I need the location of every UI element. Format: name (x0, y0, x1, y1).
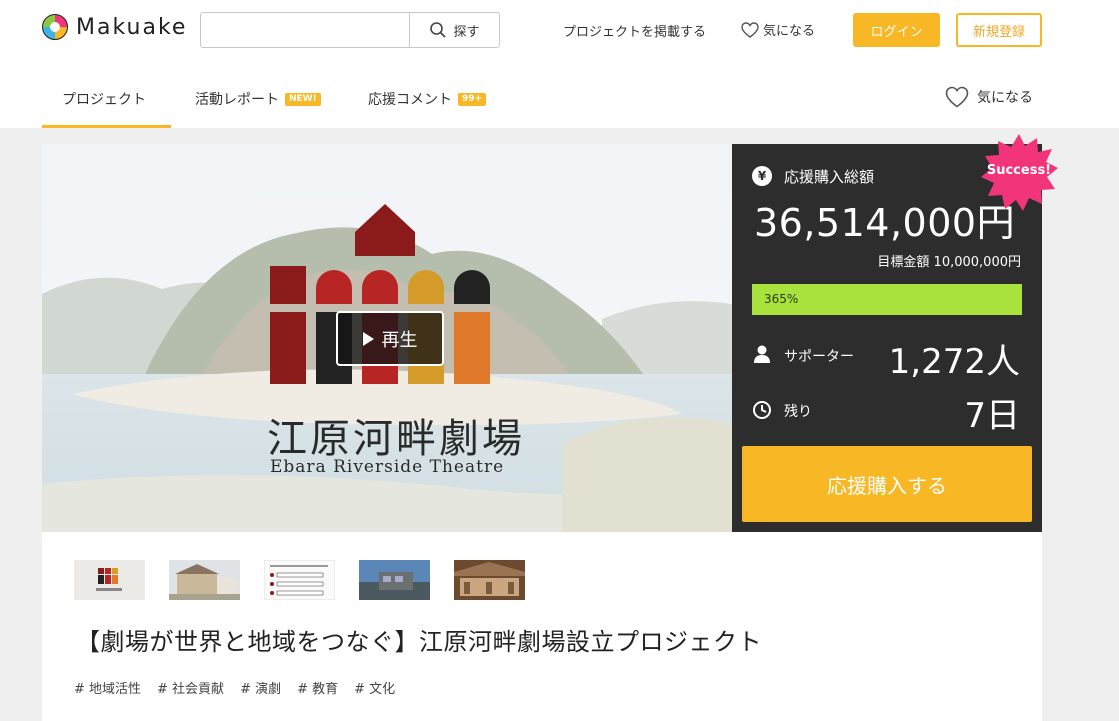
play-button-label: 再生 (381, 329, 418, 351)
search-icon (430, 22, 447, 38)
tag-link[interactable]: # 教育 (297, 678, 338, 697)
total-label: 応援購入総額 (784, 168, 875, 186)
comment-count-badge: 99+ (458, 92, 487, 106)
tag-link[interactable]: # 地域活性 (74, 678, 141, 697)
thumbnail-3[interactable] (264, 560, 335, 600)
search-button[interactable]: 探す (409, 13, 499, 47)
tag-link[interactable]: # 文化 (354, 678, 395, 697)
supporters-value: 1,272人 (888, 342, 1020, 382)
post-project-link[interactable]: プロジェクトを掲載する (563, 21, 706, 40)
project-tabbar: プロジェクト 活動レポート NEW! 応援コメント 99+ 気になる (0, 64, 1119, 128)
project-tags: # 地域活性 # 社会貢献 # 演劇 # 教育 # 文化 (74, 678, 395, 697)
header-watch-label: 気になる (763, 24, 816, 39)
top-header: Makuake 探す プロジェクトを掲載する 気になる ログイン 新規登録 (0, 0, 1119, 64)
project-content: 【劇場が世界と地域をつなぐ】江原河畔劇場設立プロジェクト # 地域活性 # 社会… (42, 532, 1042, 721)
progress-percent: 365% (764, 292, 799, 306)
theatre-name-en: Ebara Riverside Theatre (270, 457, 505, 477)
tab-activity-report[interactable]: 活動レポート NEW! (195, 89, 321, 109)
funding-progress-bar: 365% (752, 284, 1022, 315)
clock-icon (753, 401, 771, 419)
tab-activity-report-label: 活動レポート (195, 92, 279, 108)
makuake-logo[interactable]: Makuake (42, 14, 187, 40)
header-watch-link[interactable]: 気になる (741, 20, 815, 39)
goal-amount: 目標金額 10,000,000円 (877, 255, 1021, 270)
play-icon (362, 331, 374, 346)
thumbnail-4[interactable] (359, 560, 430, 600)
search-input[interactable] (201, 13, 409, 47)
tag-link[interactable]: # 社会貢献 (157, 678, 224, 697)
total-amount: 36,514,000円 (754, 201, 1016, 245)
login-button[interactable]: ログイン (853, 13, 940, 47)
thumbnail-1[interactable] (74, 560, 145, 600)
project-hero-image[interactable]: 再生 江原河畔劇場 Ebara Riverside Theatre (42, 144, 732, 532)
play-video-button[interactable]: 再生 (336, 311, 444, 366)
tag-link[interactable]: # 演劇 (240, 678, 281, 697)
signup-button[interactable]: 新規登録 (956, 13, 1042, 47)
supporters-label: サポーター (784, 349, 854, 365)
heart-icon (945, 86, 969, 108)
project-title: 【劇場が世界と地域をつなぐ】江原河畔劇場設立プロジェクト (76, 628, 762, 656)
theatre-name-jp: 江原河畔劇場 (267, 416, 525, 462)
makuake-logo-icon (42, 14, 68, 40)
heart-icon (741, 21, 759, 38)
remaining-label: 残り (784, 404, 812, 420)
new-badge: NEW! (285, 92, 321, 106)
logo-text: Makuake (76, 14, 188, 40)
support-purchase-button[interactable]: 応援購入する (742, 446, 1032, 522)
search-box: 探す (200, 12, 500, 48)
thumbnail-5[interactable] (454, 560, 525, 600)
active-tab-indicator (42, 125, 171, 128)
tab-watch-label: 気になる (977, 90, 1033, 106)
tab-project[interactable]: プロジェクト (62, 89, 146, 109)
remaining-value: 7日 (964, 396, 1020, 436)
search-button-label: 探す (453, 24, 480, 40)
tab-comments[interactable]: 応援コメント 99+ (368, 89, 487, 109)
tab-comments-label: 応援コメント (368, 92, 452, 108)
tab-watch-button[interactable]: 気になる (945, 86, 1033, 108)
thumbnail-2[interactable] (169, 560, 240, 600)
yen-icon: ¥ (752, 166, 772, 186)
user-icon (754, 345, 770, 363)
tab-project-label: プロジェクト (62, 92, 146, 108)
success-badge: Success! (986, 163, 1052, 178)
